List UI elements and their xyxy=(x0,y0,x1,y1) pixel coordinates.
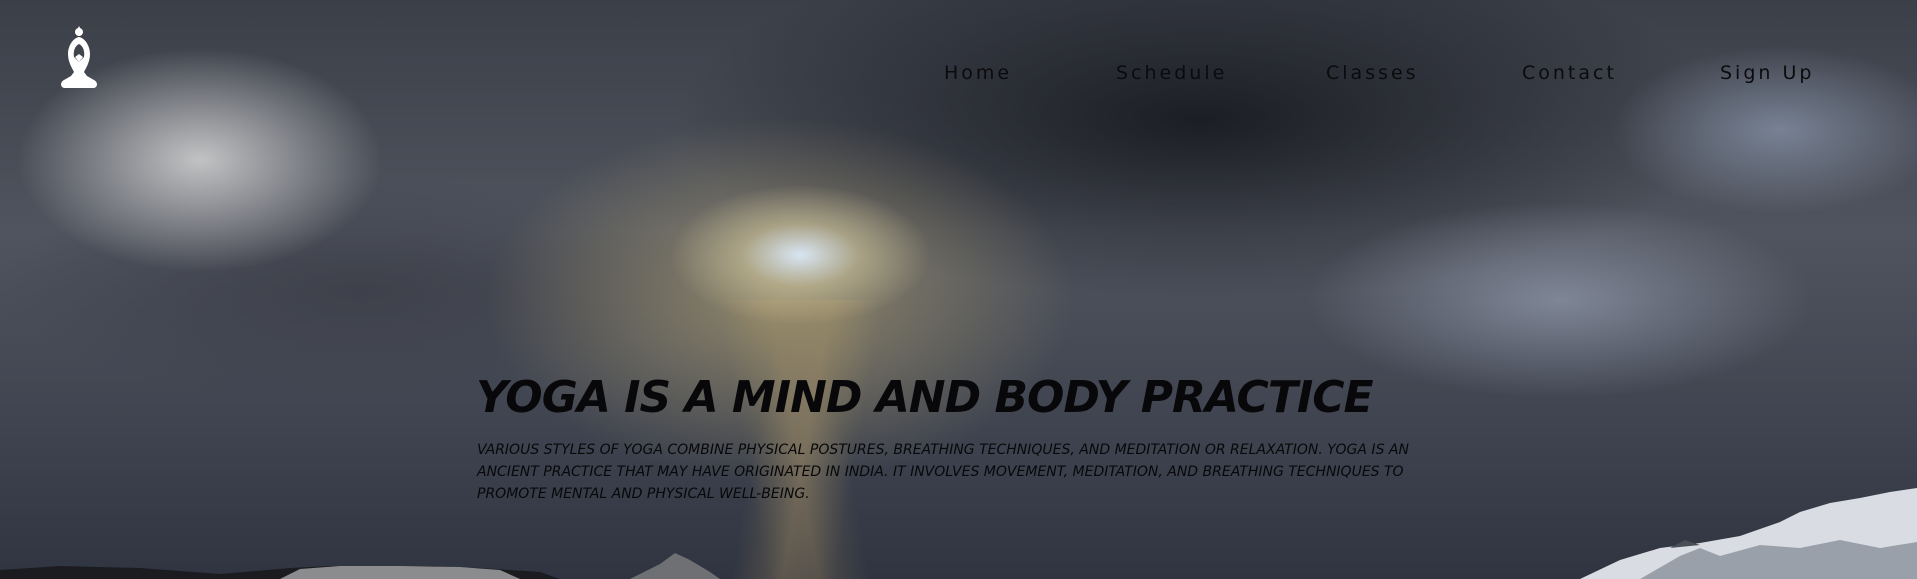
nav-link-schedule[interactable]: Schedule xyxy=(1116,62,1227,84)
nav-link-home[interactable]: Home xyxy=(944,62,1012,84)
nav-link-contact[interactable]: Contact xyxy=(1522,62,1617,84)
hero-section: Home Schedule Classes Contact Sign Up YO… xyxy=(0,0,1917,579)
nav-link-classes[interactable]: Classes xyxy=(1326,62,1419,84)
nav-link-sign-up[interactable]: Sign Up xyxy=(1720,62,1814,84)
hero-headline: YOGA IS A MIND AND BODY PRACTICE xyxy=(476,372,1374,423)
main-navigation: Home Schedule Classes Contact Sign Up xyxy=(0,62,1917,92)
hero-description: VARIOUS STYLES OF YOGA COMBINE PHYSICAL … xyxy=(477,442,1409,502)
